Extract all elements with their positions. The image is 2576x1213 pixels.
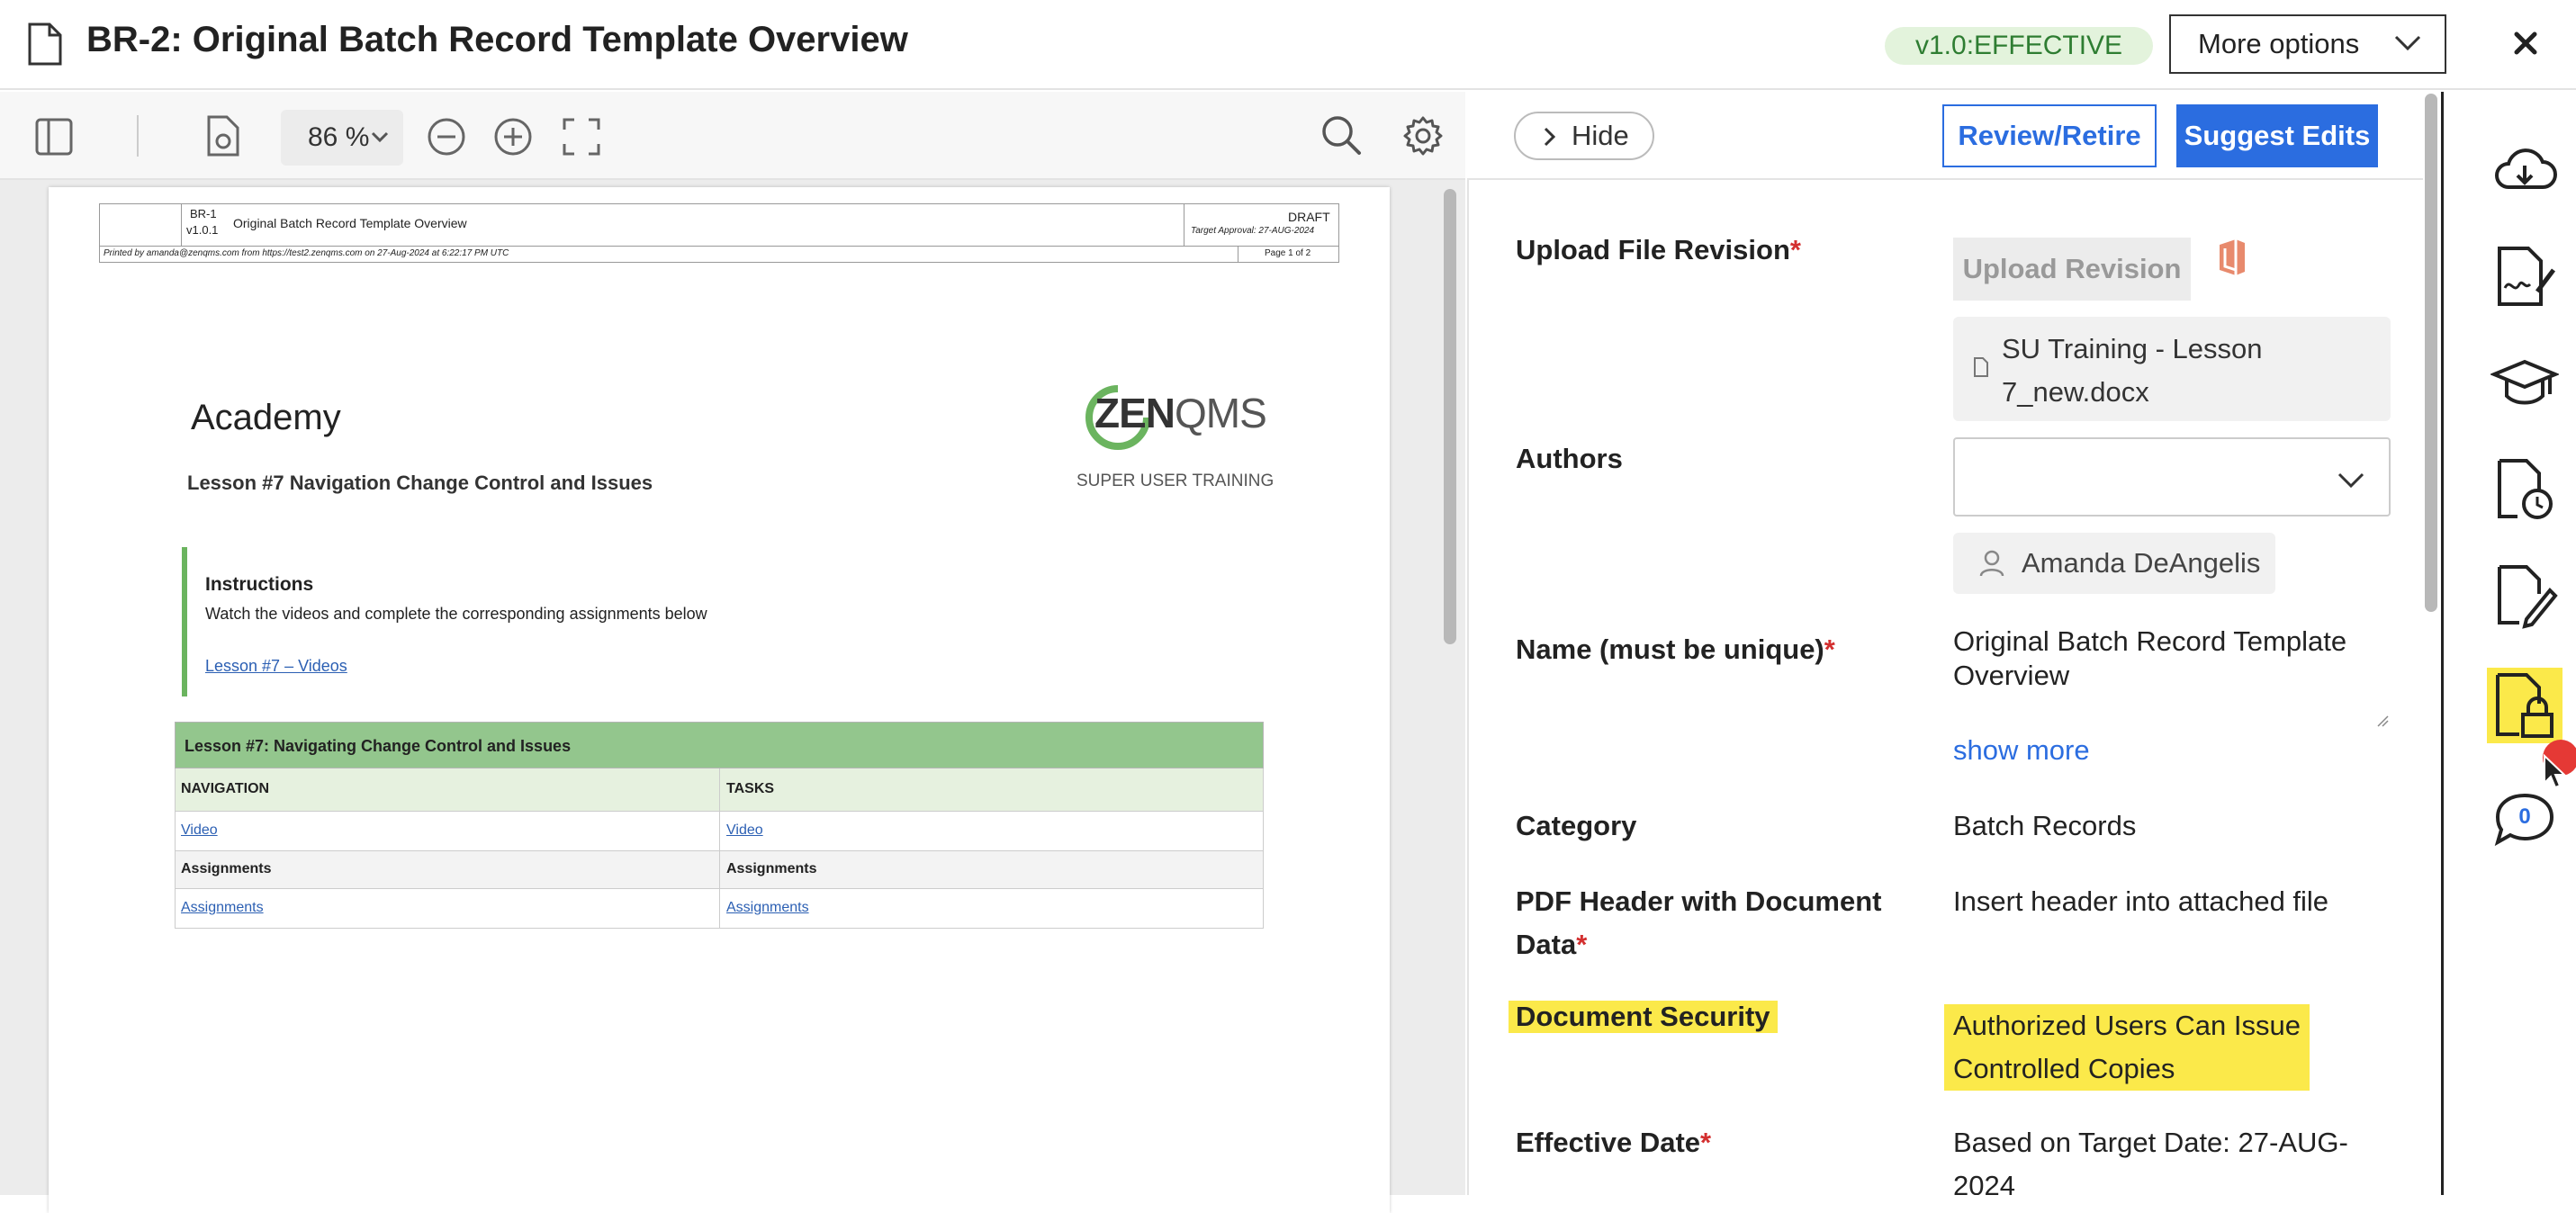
assignments-link[interactable]: Assignments [726, 900, 809, 916]
lesson-videos-link[interactable]: Lesson #7 – Videos [205, 657, 347, 676]
fullscreen-icon[interactable] [562, 117, 601, 157]
pdf-header-value: Insert header into attached file [1953, 885, 2329, 917]
lesson-table-header: NAVIGATION TASKS [175, 768, 1264, 812]
assignments-link[interactable]: Assignments [181, 900, 264, 916]
user-icon [1978, 549, 2005, 578]
hide-panel-button[interactable]: Hide [1514, 112, 1654, 160]
more-options-label: More options [2198, 28, 2360, 59]
file-name: SU Training - Lesson [2002, 333, 2263, 364]
table-row: Assignments Assignments [175, 851, 1264, 889]
effective-date-value: Based on Target Date: 27-AUG- 2024 [1953, 1127, 2348, 1195]
upload-file-revision-label: Upload File Revision* [1516, 234, 1801, 265]
search-icon[interactable] [1320, 113, 1363, 157]
resize-handle-icon[interactable] [2376, 714, 2389, 727]
document-settings-icon[interactable] [205, 113, 241, 158]
pdf-status: DRAFT [1288, 210, 1330, 224]
panel-scrollbar[interactable] [2425, 94, 2437, 612]
name-label: Name (must be unique)* [1516, 633, 1835, 665]
document-lock-icon[interactable] [2487, 668, 2562, 743]
comment-count: 0 [2518, 804, 2531, 829]
video-link[interactable]: Video [181, 822, 218, 839]
category-label: Category [1516, 810, 1637, 841]
instructions-box [182, 547, 187, 696]
pdf-page-number: Page 1 of 2 [1265, 248, 1311, 258]
instructions-body: Watch the videos and complete the corres… [205, 605, 707, 623]
authors-label: Authors [1516, 443, 1623, 474]
page-title: BR-2: Original Batch Record Template Ove… [86, 20, 908, 59]
sidebar-toggle-icon[interactable] [34, 117, 74, 157]
top-bar: BR-2: Original Batch Record Template Ove… [0, 0, 2576, 90]
video-link[interactable]: Video [726, 822, 763, 839]
pdf-printed-by: Printed by amanda@zenqms.com from https:… [104, 248, 509, 258]
document-properties-panel: Upload File Revision* Upload Revision SU… [1467, 180, 2423, 1195]
authors-select[interactable] [1953, 437, 2391, 517]
zoom-out-icon[interactable] [427, 117, 466, 157]
document-history-icon[interactable] [2490, 455, 2559, 524]
panel-header: Hide Review/Retire Suggest Edits [1467, 92, 2423, 180]
super-user-training-label: SUPER USER TRAINING [1076, 472, 1274, 490]
pdf-doc-id: BR-1 [190, 207, 217, 220]
pdf-viewer[interactable]: BR-1 v1.0.1 Original Batch Record Templa… [0, 180, 1465, 1213]
chevron-down-icon [371, 131, 389, 144]
pdf-target-approval: Target Approval: 27-AUG-2024 [1191, 226, 1315, 236]
signature-document-icon[interactable] [2490, 243, 2559, 311]
pdf-document-header: BR-1 v1.0.1 Original Batch Record Templa… [99, 203, 1339, 263]
file-icon [1973, 356, 1989, 378]
pdf-doc-version: v1.0.1 [186, 223, 219, 237]
academy-title: Academy [191, 398, 341, 437]
document-icon [27, 22, 63, 67]
attached-file[interactable]: SU Training - Lesson 7_new.docx [1953, 317, 2391, 421]
toolbar-divider [137, 115, 139, 157]
file-name-line-2: 7_new.docx [2002, 376, 2149, 408]
category-value: Batch Records [1953, 810, 2137, 841]
table-row: Video Video [175, 812, 1264, 851]
gear-icon[interactable] [1402, 115, 1444, 157]
document-security-label: Document Security [1509, 1001, 1778, 1033]
comments-icon[interactable]: 0 [2490, 785, 2559, 853]
status-badge: v1.0:EFFECTIVE [1885, 27, 2154, 65]
cloud-download-icon[interactable] [2490, 137, 2559, 205]
chevron-down-icon [2394, 34, 2421, 52]
effective-date-label: Effective Date* [1516, 1127, 1712, 1158]
suggest-edits-button[interactable]: Suggest Edits [2176, 104, 2378, 167]
zoom-value: 86 % [308, 122, 370, 152]
chevron-right-icon [1543, 126, 1557, 148]
lesson-title: Lesson #7 Navigation Change Control and … [187, 472, 653, 494]
more-options-button[interactable]: More options [2169, 14, 2446, 74]
zoom-in-icon[interactable] [493, 117, 533, 157]
pdf-doc-title: Original Batch Record Template Overview [233, 216, 467, 230]
zenqms-logo: ZENQMS [1085, 385, 1267, 450]
document-security-value: Authorized Users Can Issue Controlled Co… [1944, 1004, 2310, 1091]
table-row: Assignments Assignments [175, 889, 1264, 929]
hide-label: Hide [1572, 120, 1629, 151]
instructions-heading: Instructions [205, 574, 314, 595]
upload-revision-button[interactable]: Upload Revision [1953, 238, 2191, 301]
review-retire-button[interactable]: Review/Retire [1942, 104, 2157, 167]
office-icon [2216, 238, 2248, 277]
lesson-table: Lesson #7: Navigating Change Control and… [175, 722, 1264, 929]
document-edit-icon[interactable] [2490, 562, 2559, 630]
lesson-table-title: Lesson #7: Navigating Change Control and… [175, 722, 1264, 768]
graduation-cap-icon[interactable] [2490, 349, 2559, 418]
icon-rail: 0 [2441, 92, 2576, 1195]
pdf-header-label: PDF Header with Document Data* [1516, 885, 1882, 960]
show-more-link[interactable]: show more [1953, 729, 2090, 772]
viewer-scrollbar[interactable] [1444, 189, 1456, 644]
name-textarea[interactable]: Original Batch Record Template Overview [1953, 624, 2391, 731]
chevron-down-icon [2337, 472, 2365, 490]
viewer-toolbar: 86 % [0, 92, 1465, 180]
pdf-page: BR-1 v1.0.1 Original Batch Record Templa… [49, 187, 1390, 1213]
zoom-select[interactable]: 86 % [281, 110, 403, 166]
author-chip[interactable]: Amanda DeAngelis [1953, 533, 2275, 594]
close-icon[interactable] [2508, 25, 2544, 61]
